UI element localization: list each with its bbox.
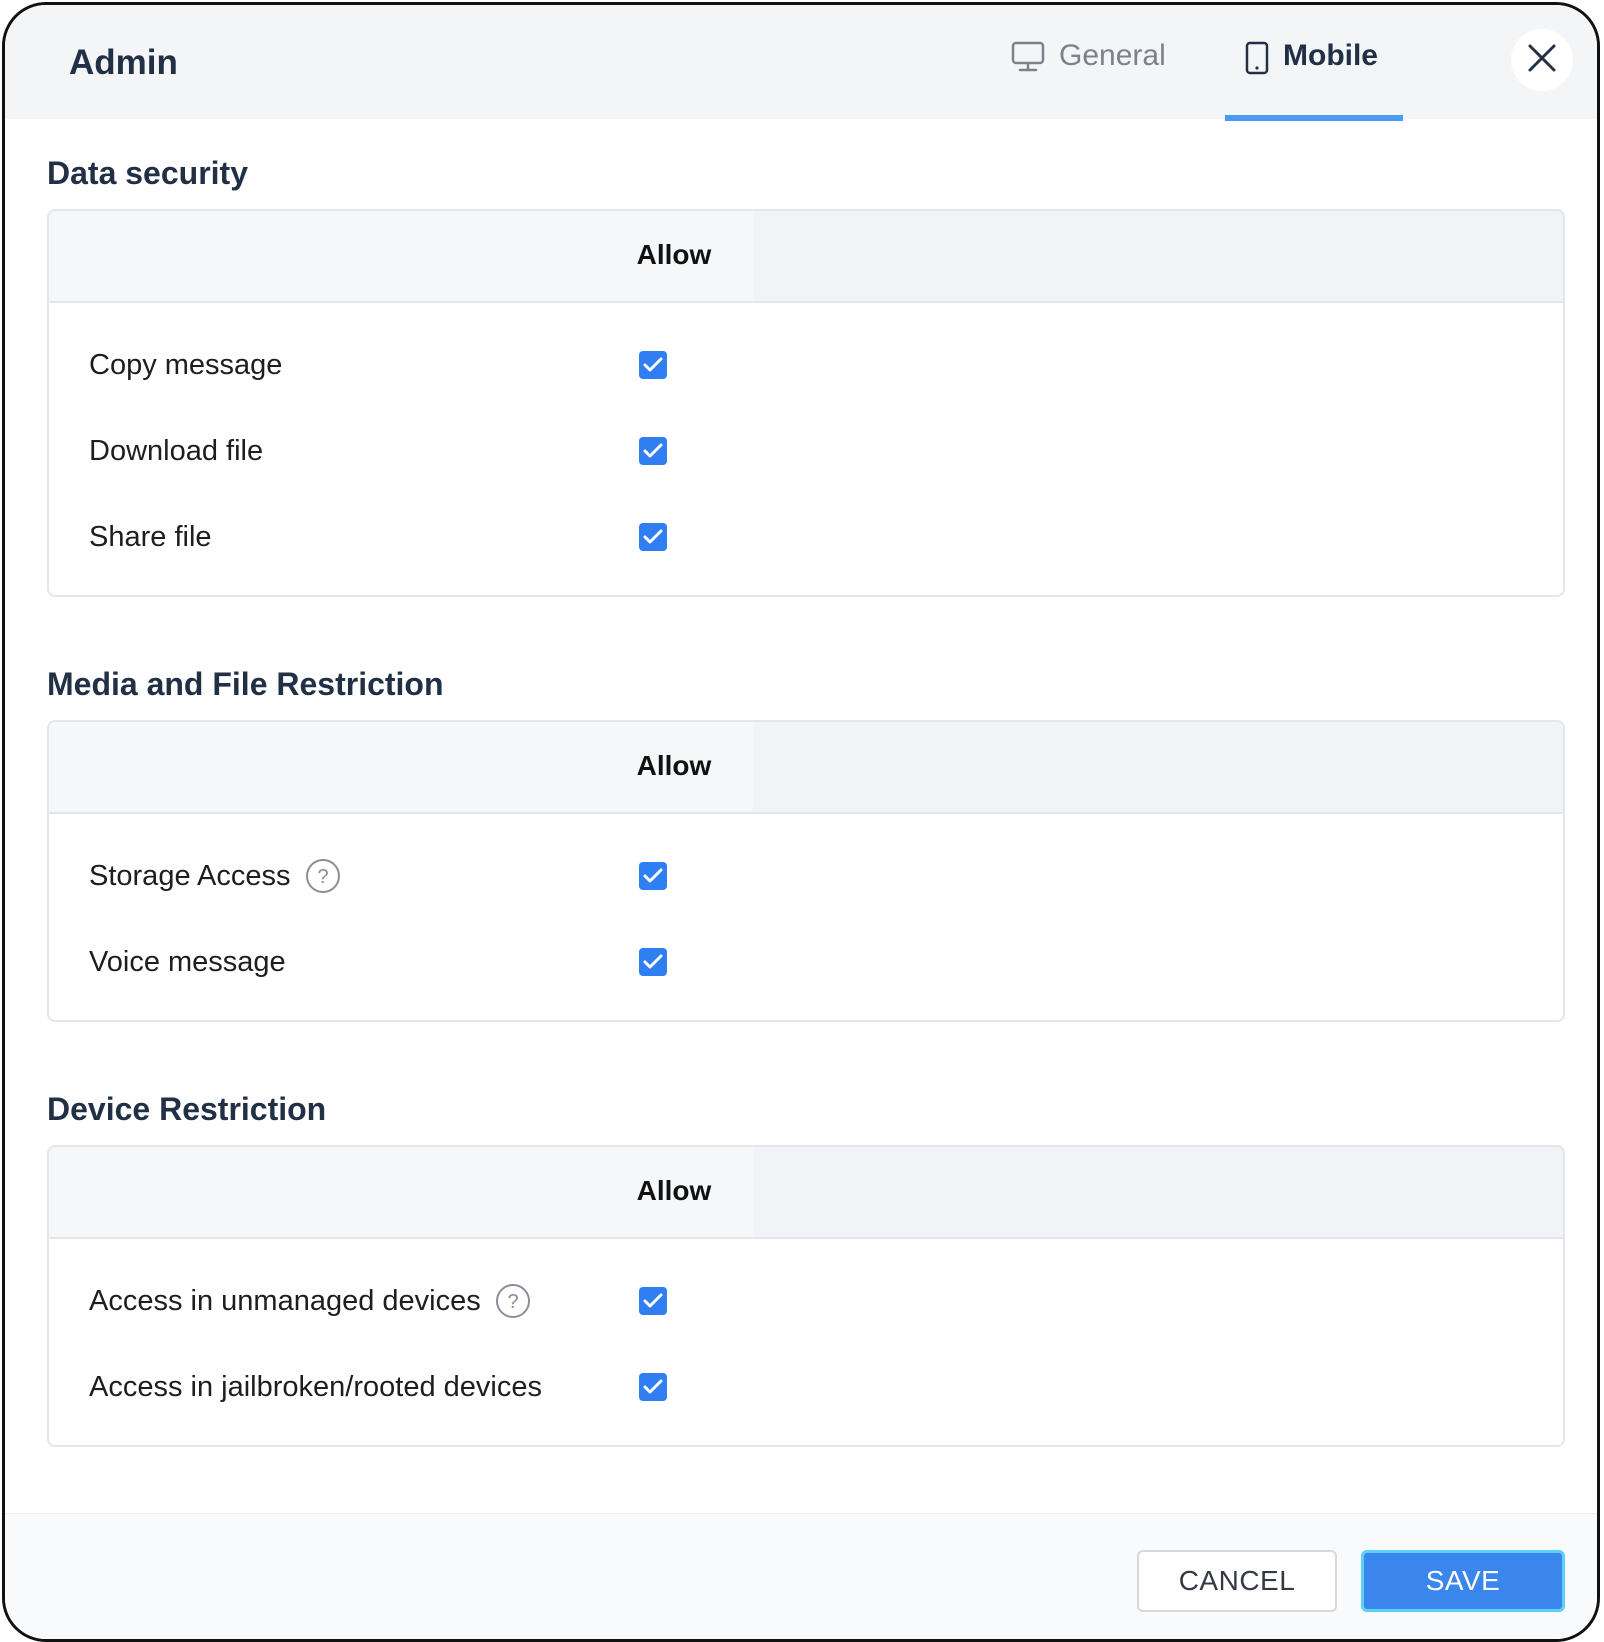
- setting-row-copy-message: Copy message: [89, 345, 282, 385]
- tab-mobile-label: Mobile: [1283, 39, 1378, 72]
- allow-column-header: Allow: [636, 1175, 712, 1206]
- close-icon: [1527, 43, 1557, 78]
- setting-row-share-file: Share file: [89, 517, 212, 557]
- unmanaged-devices-checkbox[interactable]: [639, 1287, 667, 1315]
- setting-row-jailbroken-devices: Access in jailbroken/rooted devices: [89, 1367, 542, 1407]
- close-button[interactable]: [1511, 29, 1573, 91]
- section-title-device-restriction: Device Restriction: [47, 1091, 327, 1127]
- svg-text:?: ?: [507, 1291, 518, 1313]
- setting-label: Access in jailbroken/rooted devices: [89, 1370, 542, 1403]
- checkmark-icon: [643, 868, 663, 883]
- help-icon[interactable]: ?: [495, 1283, 531, 1319]
- allow-column-header: Allow: [636, 750, 712, 781]
- help-icon[interactable]: ?: [305, 858, 341, 894]
- section-title-media-file: Media and File Restriction: [47, 666, 444, 702]
- tab-general-label: General: [1059, 39, 1166, 72]
- data-security-panel: Allow Copy message Download file Share f…: [47, 209, 1565, 597]
- share-file-checkbox[interactable]: [639, 523, 667, 551]
- mobile-icon: [1245, 41, 1269, 83]
- checkmark-icon: [643, 357, 663, 372]
- setting-label: Copy message: [89, 348, 283, 381]
- monitor-icon: [1011, 41, 1045, 81]
- checkmark-icon: [643, 954, 663, 969]
- dialog-footer: CANCEL SAVE: [5, 1513, 1597, 1639]
- panel-header: Allow: [49, 1147, 1563, 1239]
- storage-access-checkbox[interactable]: [639, 862, 667, 890]
- setting-row-storage-access: Storage Access ?: [89, 856, 341, 896]
- setting-label: Storage Access: [89, 859, 291, 892]
- save-button[interactable]: SAVE: [1361, 1550, 1565, 1612]
- setting-row-unmanaged-devices: Access in unmanaged devices ?: [89, 1281, 531, 1321]
- active-tab-indicator: [1225, 115, 1403, 121]
- voice-message-checkbox[interactable]: [639, 948, 667, 976]
- checkmark-icon: [643, 443, 663, 458]
- setting-row-voice-message: Voice message: [89, 942, 286, 982]
- checkmark-icon: [643, 1379, 663, 1394]
- section-title-data-security: Data security: [47, 155, 248, 191]
- tab-general[interactable]: General: [1011, 39, 1166, 119]
- allow-column-header: Allow: [636, 239, 712, 270]
- jailbroken-devices-checkbox[interactable]: [639, 1373, 667, 1401]
- setting-label: Share file: [89, 520, 212, 553]
- setting-label: Voice message: [89, 945, 286, 978]
- admin-dialog: Admin General Mobile Data security Allow: [2, 2, 1600, 1642]
- checkmark-icon: [643, 1293, 663, 1308]
- panel-header: Allow: [49, 211, 1563, 303]
- download-file-checkbox[interactable]: [639, 437, 667, 465]
- dialog-header: Admin General Mobile: [5, 5, 1597, 121]
- svg-text:?: ?: [317, 866, 328, 888]
- cancel-button[interactable]: CANCEL: [1137, 1550, 1337, 1612]
- device-restriction-panel: Allow Access in unmanaged devices ? Acce…: [47, 1145, 1565, 1447]
- setting-row-download-file: Download file: [89, 431, 263, 471]
- tab-mobile[interactable]: Mobile: [1225, 39, 1403, 119]
- checkmark-icon: [643, 529, 663, 544]
- setting-label: Access in unmanaged devices: [89, 1284, 481, 1317]
- dialog-title: Admin: [69, 43, 178, 82]
- copy-message-checkbox[interactable]: [639, 351, 667, 379]
- setting-label: Download file: [89, 434, 264, 467]
- media-file-panel: Allow Storage Access ? Voice message: [47, 720, 1565, 1022]
- panel-header: Allow: [49, 722, 1563, 814]
